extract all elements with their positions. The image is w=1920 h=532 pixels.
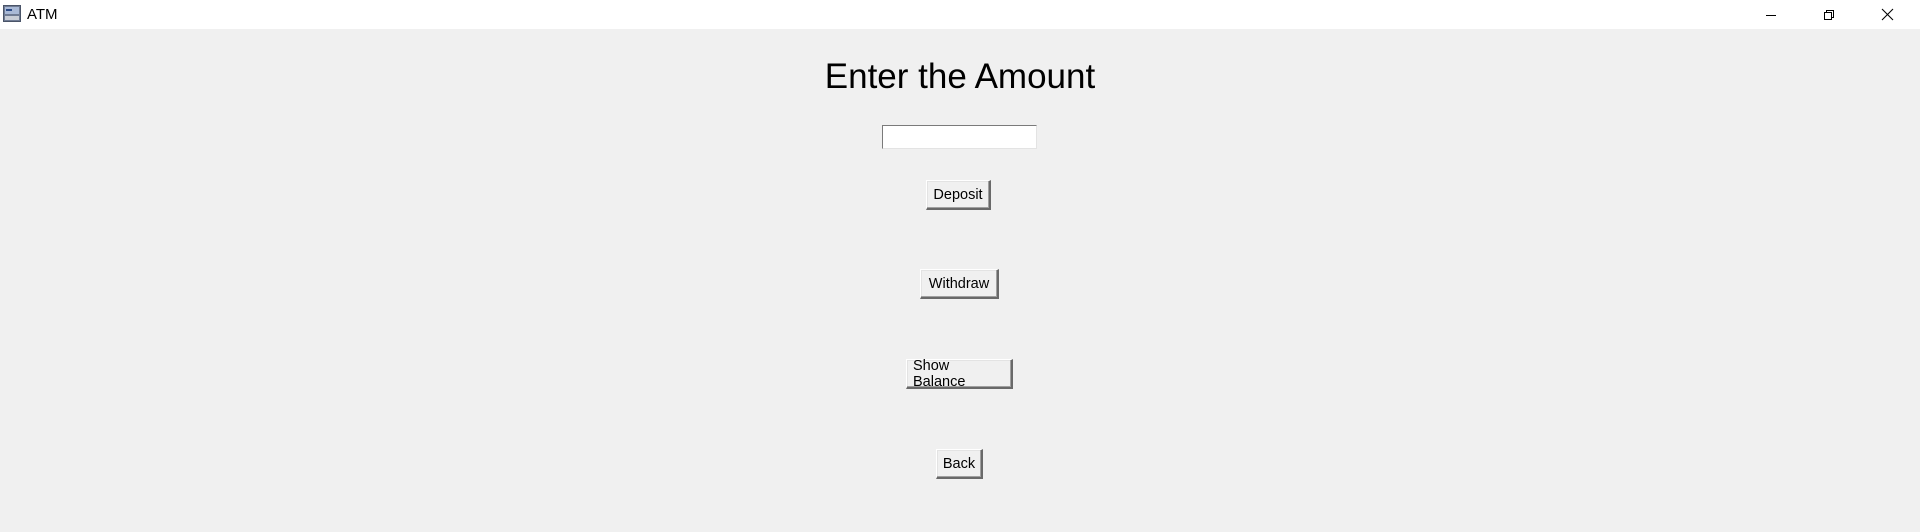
- app-icon: [3, 5, 21, 22]
- window-title: ATM: [27, 6, 58, 23]
- show-balance-button[interactable]: Show Balance: [906, 358, 1013, 390]
- restore-icon: [1823, 9, 1835, 21]
- atm-window: ATM Enter the Amount Deposit Withdraw Sh…: [0, 0, 1920, 532]
- back-button[interactable]: Back: [936, 449, 983, 479]
- minimize-icon: [1765, 9, 1777, 21]
- deposit-button[interactable]: Deposit: [926, 180, 991, 210]
- page-title: Enter the Amount: [824, 57, 1096, 96]
- atm-content: Enter the Amount Deposit Withdraw Show B…: [0, 29, 1920, 532]
- amount-input[interactable]: [882, 125, 1037, 149]
- restore-button[interactable]: [1800, 0, 1858, 29]
- title-bar[interactable]: ATM: [0, 0, 1920, 29]
- minimize-button[interactable]: [1742, 0, 1800, 29]
- close-icon: [1881, 8, 1894, 21]
- withdraw-button[interactable]: Withdraw: [920, 269, 999, 299]
- close-button[interactable]: [1858, 0, 1916, 29]
